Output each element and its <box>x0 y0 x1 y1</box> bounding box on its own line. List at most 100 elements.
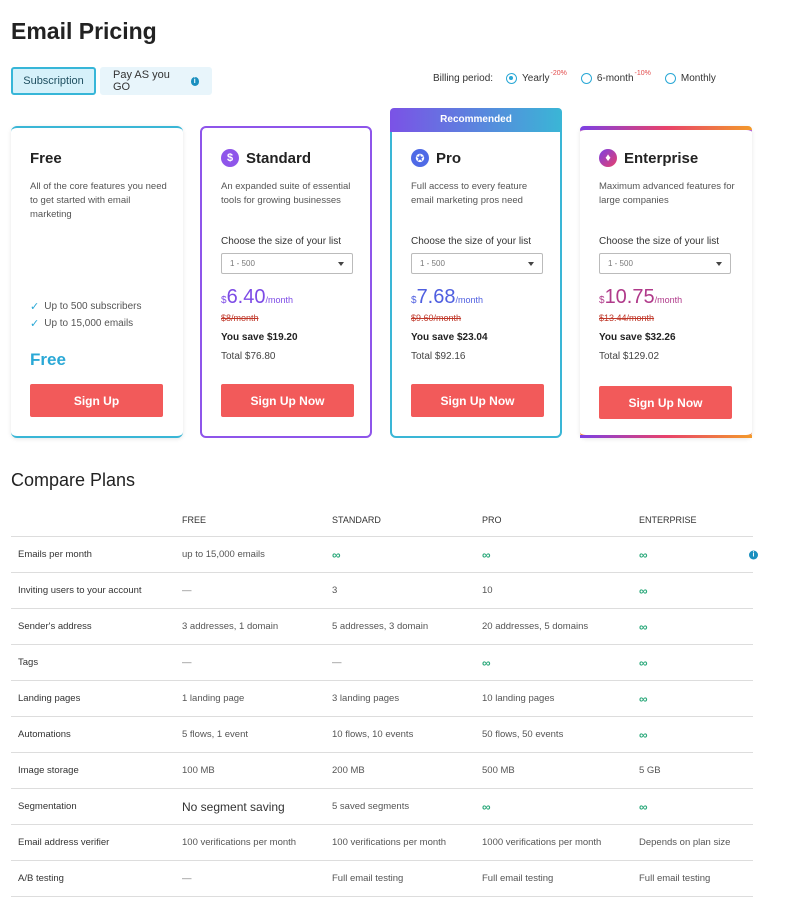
table-row: Tags — — ∞ ∞ <box>11 645 753 681</box>
table-cell-ent: ∞ <box>639 584 753 598</box>
table-cell-pro: 50 flows, 50 events <box>482 729 639 740</box>
old-price: $13.44/month <box>599 313 655 323</box>
tab-pay-as-you-go-label: Pay AS you GO <box>113 69 170 93</box>
billing-period: Billing period: Yearly -20% 6-month -10%… <box>433 70 730 84</box>
table-cell-label: Automations <box>11 729 182 740</box>
total-price: Total $76.80 <box>221 351 276 362</box>
info-icon[interactable]: i <box>749 550 758 559</box>
table-cell-pro: 20 addresses, 5 domains <box>482 621 639 632</box>
savings-text: You save $19.20 <box>221 332 298 343</box>
list-size-select[interactable]: 1 - 500 <box>221 253 353 274</box>
table-row: Inviting users to your account — 3 10 ∞ <box>11 573 753 609</box>
sign-up-button[interactable]: Sign Up <box>30 384 163 417</box>
table-cell-ent: ∞ <box>639 620 753 634</box>
sign-up-now-button[interactable]: Sign Up Now <box>599 386 732 419</box>
discount-badge: -20% <box>550 70 567 77</box>
plan-card-pro: Recommended ✪ Pro Full access to every f… <box>390 108 562 438</box>
cell-value: up to 15,000 emails <box>182 549 265 560</box>
table-row: Emails per month up to 15,000 emails ∞ ∞ ∞ i <box>11 537 758 573</box>
radio-monthly[interactable] <box>664 73 676 84</box>
table-cell-pro: 500 MB <box>482 765 639 776</box>
feature-item: ✓ Up to 500 subscribers <box>30 298 142 315</box>
cell-value: Image storage <box>18 765 79 776</box>
plan-card-free: Free All of the core features you need t… <box>11 126 183 438</box>
infinity-icon: ∞ <box>332 547 341 562</box>
info-icon[interactable]: i <box>190 76 199 86</box>
plan-name: Free <box>30 149 62 167</box>
table-cell-label: Emails per month <box>11 549 182 560</box>
cell-value: Full email testing <box>482 873 554 884</box>
check-icon: ✓ <box>30 301 40 313</box>
price-period: /month <box>654 295 683 305</box>
sign-up-now-button[interactable]: Sign Up Now <box>411 384 544 417</box>
free-price-label: Free <box>30 350 66 369</box>
table-cell-ent: 5 GB <box>639 765 753 776</box>
table-cell-pro: Full email testing <box>482 873 639 884</box>
billing-option-yearly[interactable]: Yearly -20% <box>506 70 567 84</box>
billing-option-label: Yearly <box>522 73 550 84</box>
list-size-select[interactable]: 1 - 500 <box>411 253 543 274</box>
cell-value: Full email testing <box>639 873 711 884</box>
table-cell-ent: ∞ i <box>639 548 758 562</box>
plan-card-standard: $ Standard An expanded suite of essentia… <box>200 126 372 438</box>
cell-value: 20 addresses, 5 domains <box>482 621 589 632</box>
table-cell-label: Inviting users to your account <box>11 585 182 596</box>
cell-value: No segment saving <box>182 799 285 814</box>
list-size-label: Choose the size of your list <box>599 236 720 247</box>
cell-value: 200 MB <box>332 765 365 776</box>
tab-subscription[interactable]: Subscription <box>11 67 96 95</box>
cell-value: 10 flows, 10 events <box>332 729 414 740</box>
infinity-icon: ∞ <box>639 727 648 742</box>
cell-value: Emails per month <box>18 549 92 560</box>
list-size-select[interactable]: 1 - 500 <box>599 253 731 274</box>
column-header-enterprise: ENTERPRISE <box>639 514 697 525</box>
table-row: A/B testing — Full email testing Full email… <box>11 861 753 897</box>
cell-value: A/B testing <box>18 873 64 884</box>
total-price: Total $92.16 <box>411 351 466 362</box>
dash-icon: — <box>182 873 192 884</box>
diamond-icon: ♦ <box>599 149 617 167</box>
infinity-icon: ∞ <box>482 655 491 670</box>
chevron-down-icon <box>338 261 344 266</box>
radio-yearly[interactable] <box>506 73 518 84</box>
star-icon: ✪ <box>411 149 429 167</box>
cell-value: 5 addresses, 3 domain <box>332 621 429 632</box>
radio-6-month[interactable] <box>580 73 592 84</box>
dash-icon: — <box>182 585 192 596</box>
infinity-icon: ∞ <box>639 583 648 598</box>
cell-value: Landing pages <box>18 693 81 704</box>
compare-table: FREE STANDARD PRO ENTERPRISE Emails per … <box>11 503 758 897</box>
table-cell-pro: ∞ <box>482 800 639 814</box>
table-cell-free: — <box>182 657 332 668</box>
cell-value: 500 MB <box>482 765 515 776</box>
table-cell-std: 5 addresses, 3 domain <box>332 621 482 632</box>
table-row: Image storage 100 MB 200 MB 500 MB 5 GB <box>11 753 753 789</box>
cell-value: Depends on plan size <box>639 837 731 848</box>
billing-option-6-month[interactable]: 6-month -10% <box>580 70 651 84</box>
sign-up-now-button[interactable]: Sign Up Now <box>221 384 354 417</box>
list-size-value: 1 - 500 <box>230 259 255 268</box>
cell-value: 5 flows, 1 event <box>182 729 249 740</box>
table-cell-ent: ∞ <box>639 656 753 670</box>
table-cell-std: 3 landing pages <box>332 693 482 704</box>
check-icon: ✓ <box>30 318 40 330</box>
column-header-standard: STANDARD <box>332 514 381 525</box>
infinity-icon: ∞ <box>482 547 491 562</box>
column-header-pro: PRO <box>482 514 502 525</box>
chevron-down-icon <box>716 261 722 266</box>
table-row: Segmentation No segment saving 5 saved seg… <box>11 789 753 825</box>
infinity-icon: ∞ <box>639 655 648 670</box>
table-cell-ent: ∞ <box>639 728 753 742</box>
cell-value: Inviting users to your account <box>18 585 142 596</box>
feature-item: ✓ Up to 15,000 emails <box>30 315 142 332</box>
cell-value: 100 MB <box>182 765 215 776</box>
table-cell-free: 100 MB <box>182 765 332 776</box>
billing-option-label: Monthly <box>680 73 716 84</box>
tab-pay-as-you-go[interactable]: Pay AS you GO i <box>100 67 212 95</box>
table-cell-std: 5 saved segments <box>332 801 482 812</box>
cell-value: 3 addresses, 1 domain <box>182 621 279 632</box>
dash-icon: — <box>182 657 192 668</box>
billing-option-monthly[interactable]: Monthly <box>664 73 716 84</box>
list-size-value: 1 - 500 <box>420 259 445 268</box>
table-cell-free: 5 flows, 1 event <box>182 729 332 740</box>
